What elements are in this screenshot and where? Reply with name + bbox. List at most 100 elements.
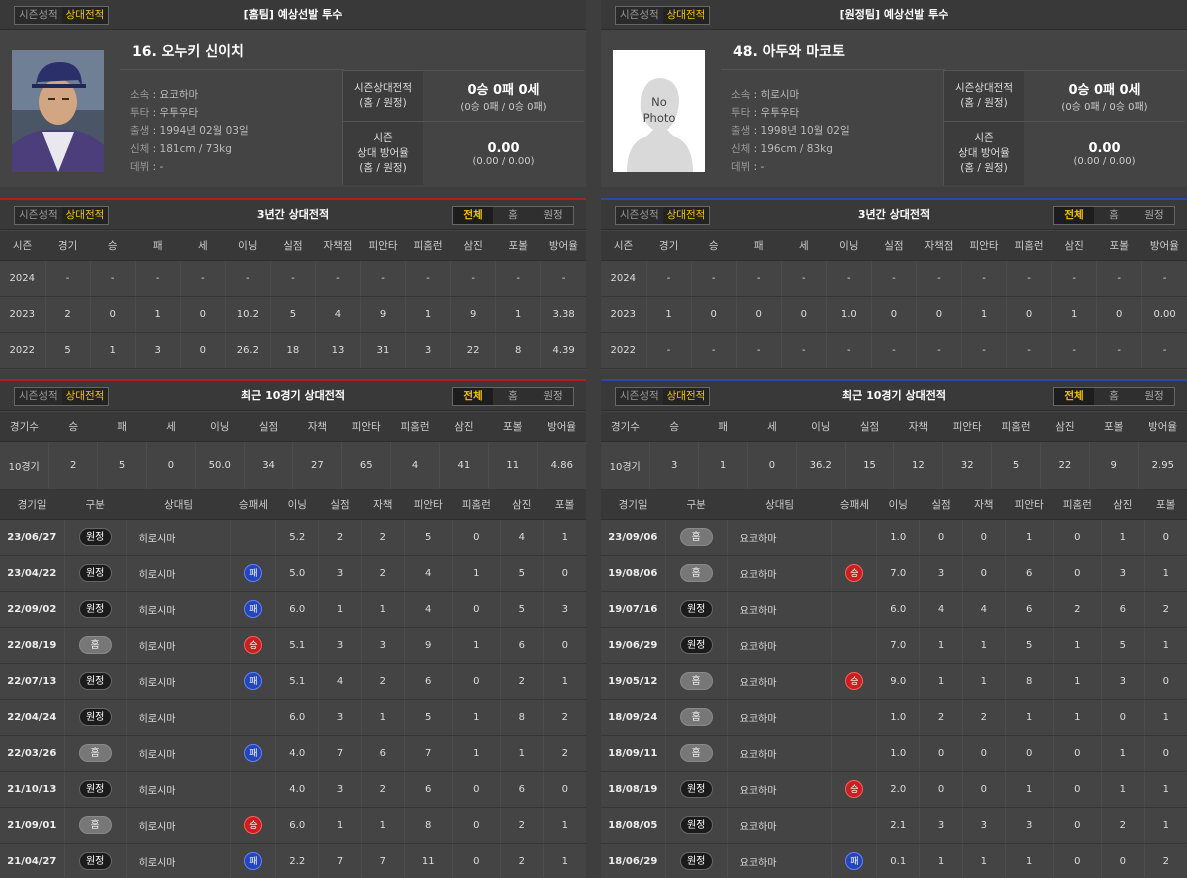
column-header: 삼진 <box>450 231 496 261</box>
game-row[interactable]: 19/05/12 홈 요코하마 승 9.0 1 1 8 1 3 0 <box>601 663 1187 700</box>
filter-all[interactable]: 전체 <box>453 388 493 405</box>
stat-cell: - <box>135 260 181 297</box>
game-date: 19/07/16 <box>601 591 666 628</box>
panel-title: [원정팀] 예상선발 투수 <box>839 8 949 21</box>
stat-cell: 6 <box>1005 591 1054 628</box>
game-row[interactable]: 21/10/13 원정 히로시마 4.0 3 2 6 0 6 0 <box>0 771 586 808</box>
game-row[interactable]: 19/08/06 홈 요코하마 승 7.0 3 0 6 0 3 1 <box>601 555 1187 592</box>
stat-cell: 6 <box>404 771 453 808</box>
venue-badge: 원정 <box>679 636 713 654</box>
stat-cell: 2 <box>1144 591 1187 628</box>
column-header: 이닝 <box>796 412 846 442</box>
stat-cell: 0 <box>781 296 827 333</box>
filter-home[interactable]: 홈 <box>1094 388 1134 405</box>
column-header: 실점 <box>845 412 894 442</box>
game-row[interactable]: 18/09/11 홈 요코하마 1.0 0 0 0 0 1 0 <box>601 735 1187 772</box>
stat-cell: 1 <box>1144 627 1187 664</box>
column-header: 경기수 <box>601 412 650 442</box>
stat-cell: - <box>270 260 316 297</box>
game-row[interactable]: 18/08/05 원정 요코하마 2.1 3 3 3 0 2 1 <box>601 807 1187 844</box>
stat-cell: 3 <box>318 699 362 736</box>
filter-away[interactable]: 원정 <box>1134 388 1174 405</box>
venue-badge: 원정 <box>78 672 112 690</box>
game-row[interactable]: 22/08/19 홈 히로시마 승 5.1 3 3 9 1 6 0 <box>0 627 586 664</box>
venue-badge: 홈 <box>78 816 112 834</box>
stat-cell: 0 <box>1053 843 1102 878</box>
stat-cell: - <box>1141 332 1187 369</box>
game-row[interactable]: 22/04/24 원정 히로시마 6.0 3 1 5 1 8 2 <box>0 699 586 736</box>
stat-cell: 2 <box>1053 591 1102 628</box>
column-header: 삼진 <box>500 490 544 520</box>
game-row[interactable]: 22/07/13 원정 히로시마 패 5.1 4 2 6 0 2 1 <box>0 663 586 700</box>
game-row[interactable]: 18/09/24 홈 요코하마 1.0 2 2 1 1 0 1 <box>601 699 1187 736</box>
summary-row: 10경기 2 5 0 50.0 34 27 65 4 41 11 4.86 <box>0 441 586 490</box>
game-row[interactable]: 22/03/26 홈 히로시마 패 4.0 7 6 7 1 1 2 <box>0 735 586 772</box>
stat-cell: - <box>871 260 917 297</box>
filter-home[interactable]: 홈 <box>1094 207 1134 224</box>
column-header: 경기 <box>646 231 692 261</box>
opponent-team: 히로시마 <box>126 591 232 628</box>
game-date: 22/09/02 <box>0 591 65 628</box>
stat-cell: 5 <box>270 296 316 333</box>
stat-cell: 36.2 <box>796 441 846 490</box>
column-header: 자책 <box>292 412 342 442</box>
column-header: 실점 <box>871 231 917 261</box>
filter-all[interactable]: 전체 <box>1054 388 1094 405</box>
game-row[interactable]: 23/04/22 원정 히로시마 패 5.0 3 2 4 1 5 0 <box>0 555 586 592</box>
stat-cell: 0 <box>1053 519 1102 556</box>
info-debut: 데뷔 : - <box>731 161 765 173</box>
filter-all[interactable]: 전체 <box>1054 207 1094 224</box>
filter-home[interactable]: 홈 <box>493 388 533 405</box>
stat-cell: 6 <box>361 735 405 772</box>
venue-badge: 원정 <box>78 564 112 582</box>
table-row: 2024- - - - - - - - - - - - <box>601 260 1187 297</box>
panel-header: 시즌성적 상대전적 3년간 상대전적 전체 홈 원정 <box>601 200 1187 230</box>
game-row[interactable]: 21/09/01 홈 히로시마 승 6.0 1 1 8 0 2 1 <box>0 807 586 844</box>
column-header: 피홈런 <box>452 490 501 520</box>
table-row: 2023 1 0 0 0 1.0 0 0 1 0 1 0 0.00 <box>601 296 1187 333</box>
column-header: 실점 <box>244 412 293 442</box>
stat-cell: 2 <box>45 296 91 333</box>
game-row[interactable]: 21/04/27 원정 히로시마 패 2.2 7 7 11 0 2 1 <box>0 843 586 878</box>
stat-cell: - <box>90 260 136 297</box>
game-row[interactable]: 22/09/02 원정 히로시마 패 6.0 1 1 4 0 5 3 <box>0 591 586 628</box>
stat-cell: 8 <box>404 807 453 844</box>
opponent-team: 히로시마 <box>126 555 232 592</box>
filter-away[interactable]: 원정 <box>1134 207 1174 224</box>
venue-badge: 홈 <box>679 672 713 690</box>
stat-cell: 0 <box>691 296 737 333</box>
filter-away[interactable]: 원정 <box>533 207 573 224</box>
result-cell: 승 <box>831 663 878 700</box>
result-cell: 패 <box>230 735 277 772</box>
stat-cell: 18 <box>270 332 316 369</box>
home-recent-panel: 시즌성적 상대전적 최근 10경기 상대전적 전체 홈 원정 경기수 승 패 세 이닝 실… <box>0 379 586 878</box>
player-name: 48. 아두와 마코토 <box>721 34 945 70</box>
game-row[interactable]: 23/09/06 홈 요코하마 1.0 0 0 1 0 1 0 <box>601 519 1187 556</box>
game-row[interactable]: 18/08/19 원정 요코하마 승 2.0 0 0 1 0 1 1 <box>601 771 1187 808</box>
stat-cell: 1 <box>1053 627 1102 664</box>
filter-home[interactable]: 홈 <box>493 207 533 224</box>
game-row[interactable]: 18/06/29 원정 요코하마 패 0.1 1 1 1 0 0 2 <box>601 843 1187 878</box>
game-row[interactable]: 19/07/16 원정 요코하마 6.0 4 4 6 2 6 2 <box>601 591 1187 628</box>
stat-cell: 6 <box>500 627 544 664</box>
column-header: 실점 <box>270 231 316 261</box>
game-row[interactable]: 23/06/27 원정 히로시마 5.2 2 2 5 0 4 1 <box>0 519 586 556</box>
stat-cell: 3 <box>1101 663 1145 700</box>
season-cell: 2023 <box>601 296 647 333</box>
column-header: 삼진 <box>1051 231 1097 261</box>
stat-cell: - <box>540 260 586 297</box>
opponent-team: 요코하마 <box>727 591 833 628</box>
away-three-year-panel: 시즌성적 상대전적 3년간 상대전적 전체 홈 원정 시즌 경기 승 패 세 이닝 실점 자책… <box>601 198 1187 370</box>
filter-away[interactable]: 원정 <box>533 388 573 405</box>
stat-cell: 2.0 <box>876 771 921 808</box>
game-row[interactable]: 19/06/29 원정 요코하마 7.0 1 1 5 1 5 1 <box>601 627 1187 664</box>
column-header: 방어율 <box>540 231 586 261</box>
game-date: 21/09/01 <box>0 807 65 844</box>
venue-cell: 홈 <box>665 519 728 556</box>
stat-cell: 1 <box>646 296 692 333</box>
filter-all[interactable]: 전체 <box>453 207 493 224</box>
opponent-team: 히로시마 <box>126 663 232 700</box>
stat-cell: 0 <box>543 627 586 664</box>
game-date: 23/06/27 <box>0 519 65 556</box>
stat-cell: 4 <box>315 296 362 333</box>
